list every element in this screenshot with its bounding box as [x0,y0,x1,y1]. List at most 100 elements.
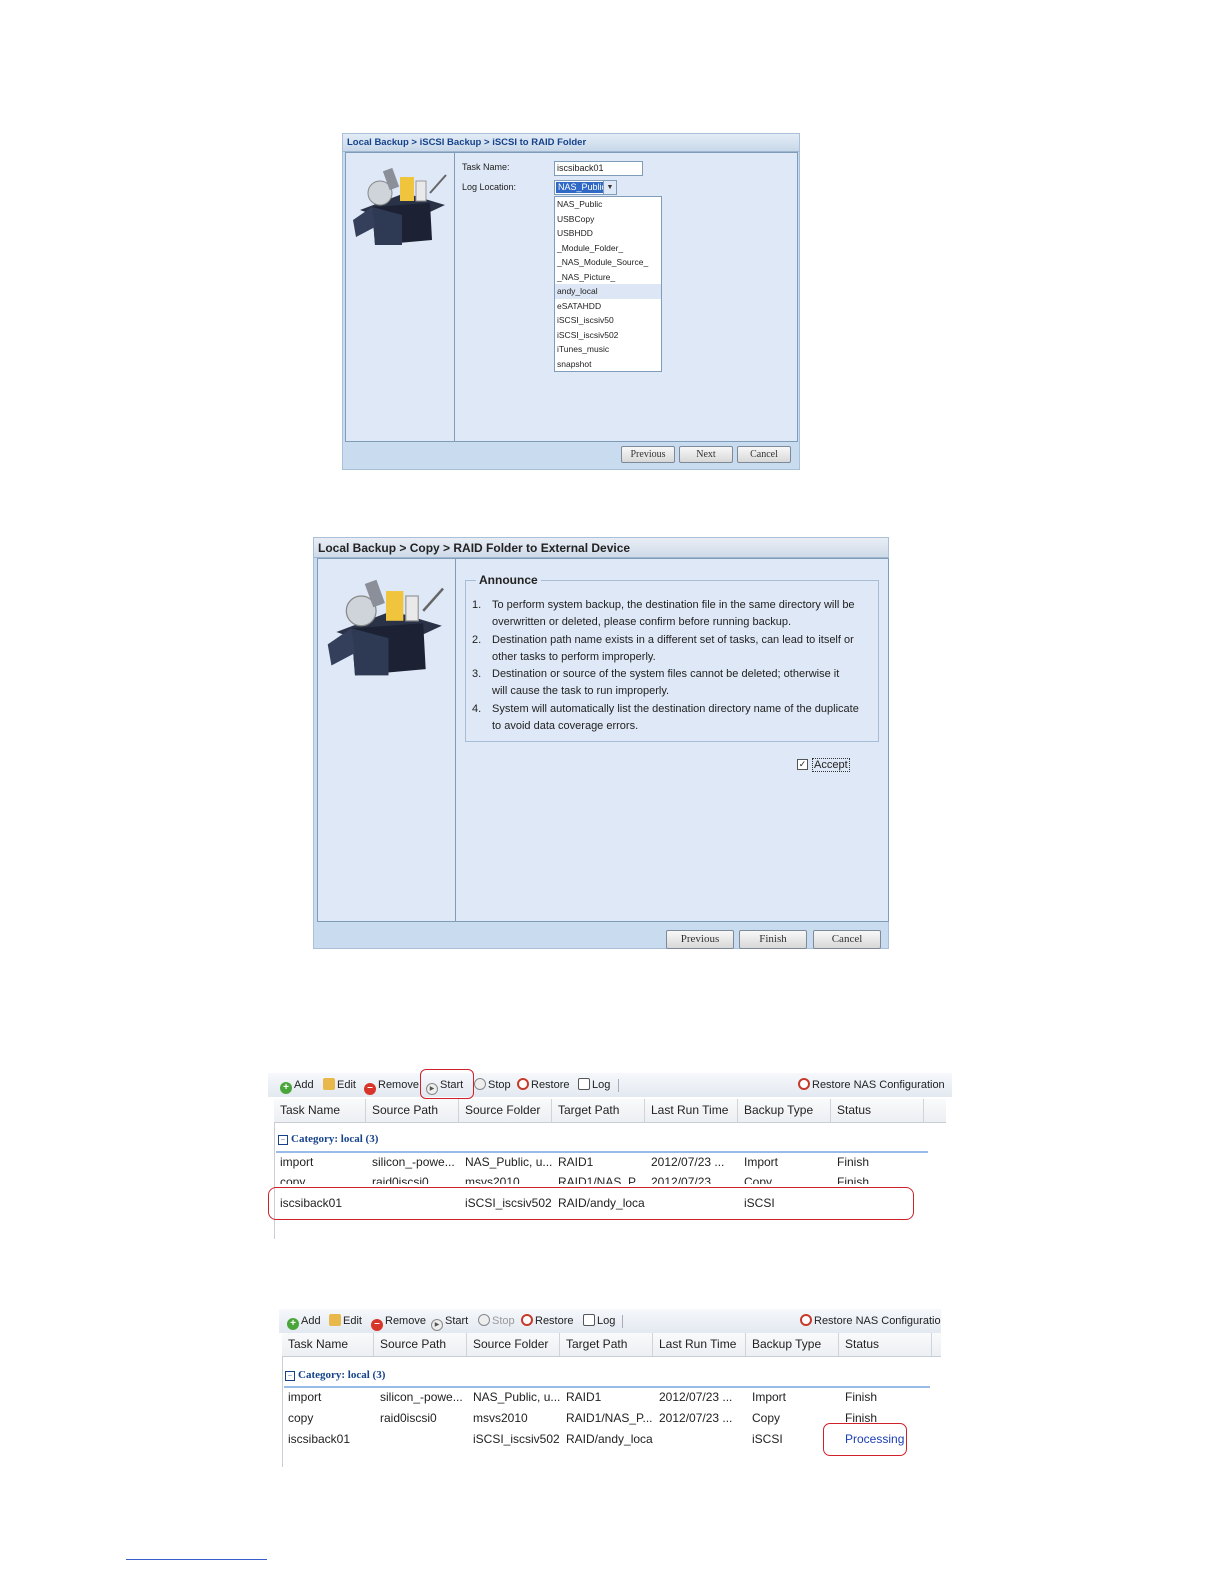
restore-button[interactable]: Restore [517,1078,570,1092]
cell-source-folder: NAS_Public, u... [465,1155,552,1169]
column-header[interactable]: Backup Type [738,1099,831,1122]
task-name-input[interactable]: iscsiback01 [554,161,643,176]
cell-task-name: import [280,1155,314,1169]
log-button[interactable]: Log [583,1314,615,1328]
collapse-icon[interactable]: − [278,1135,288,1145]
cell-last-run: 2012/07/23 ... [659,1411,733,1425]
cell-task-name: iscsiback01 [288,1432,351,1446]
cell-source-folder: NAS_Public, u... [473,1390,560,1404]
dropdown-option[interactable]: eSATAHDD [555,299,661,314]
dropdown-option[interactable]: _NAS_Module_Source_ [555,255,661,270]
start-highlight-box [420,1069,474,1099]
column-header[interactable]: Source Path [374,1333,467,1356]
column-header[interactable]: Task Name [274,1099,366,1122]
add-icon: + [280,1082,292,1094]
stop-button[interactable]: Stop [474,1078,511,1092]
column-header[interactable]: Source Folder [459,1099,552,1122]
column-header[interactable]: Status [839,1333,932,1356]
log-button[interactable]: Log [578,1078,610,1092]
dropdown-option[interactable]: NAS_Public [555,197,661,212]
announce-item: 1. To perform system backup, the destinat… [472,599,855,629]
log-location-select[interactable]: NAS_Public ▼ [554,180,617,195]
dropdown-option[interactable]: _NAS_Picture_ [555,270,661,285]
restore-nas-config-button[interactable]: Restore NAS Configuration [800,1314,941,1328]
column-header[interactable]: Backup Type [746,1333,839,1356]
add-button[interactable]: + Add [287,1314,321,1330]
column-header[interactable]: Target Path [560,1333,653,1356]
dropdown-option[interactable]: iSCSI_iscsiv50 [555,313,661,328]
dropdown-option[interactable]: USBHDD [555,226,661,241]
previous-button[interactable]: Previous [666,930,734,949]
column-header[interactable]: Source Path [366,1099,459,1122]
category-group-header[interactable]: − Category: local (3) [278,1133,378,1145]
task-name-label: Task Name: [462,162,510,172]
restore-button[interactable]: Restore [521,1314,574,1328]
remove-button[interactable]: – Remove [364,1078,419,1095]
column-header[interactable]: Last Run Time [645,1099,738,1122]
stop-button[interactable]: Stop [478,1314,515,1328]
table-row[interactable]: import silicon_-powe... NAS_Public, u...… [274,1152,928,1172]
cell-target-path: RAID1/NAS_P... [558,1175,645,1184]
cell-source-path [374,1429,467,1449]
cancel-button[interactable]: Cancel [737,446,791,463]
edit-icon [323,1078,335,1090]
grid-header: Task Name Source Path Source Folder Targ… [282,1333,941,1357]
add-button[interactable]: + Add [280,1078,314,1094]
cell-source-path: raid0iscsi0 [372,1175,429,1184]
backup-box-icon [327,579,444,676]
category-group-header[interactable]: − Category: local (3) [285,1369,385,1381]
previous-button[interactable]: Previous [621,446,675,463]
edit-button[interactable]: Edit [323,1078,356,1092]
cancel-button[interactable]: Cancel [813,930,881,949]
cell-target-path: RAID1/NAS_P... [566,1411,653,1425]
wizard-title: Local Backup > Copy > RAID Folder to Ext… [314,538,888,558]
dropdown-option-highlighted[interactable]: andy_local [555,284,661,299]
next-button[interactable]: Next [679,446,733,463]
remove-button[interactable]: – Remove [371,1314,426,1331]
dropdown-option[interactable]: _Module_Folder_ [555,241,661,256]
announce-item: 3. Destination or source of the system fi… [472,668,840,698]
cell-backup-type: Import [744,1155,779,1169]
cell-task-name: copy [280,1175,306,1184]
restore-icon [517,1078,529,1090]
copy-backup-wizard: Local Backup > Copy > RAID Folder to Ext… [313,537,889,949]
dropdown-option[interactable]: iSCSI_iscsiv502 [555,328,661,343]
announce-item: 2. Destination path name exists in a diff… [472,633,854,663]
cell-status: Finish [837,1175,870,1184]
restore-nas-config-button[interactable]: Restore NAS Configuration [798,1078,945,1092]
column-header[interactable]: Task Name [282,1333,374,1356]
cell-source-path: silicon_-powe... [372,1155,455,1169]
restore-icon [798,1078,810,1090]
edit-button[interactable]: Edit [329,1314,362,1328]
restore-icon [521,1314,533,1326]
collapse-icon[interactable]: − [285,1371,295,1381]
dropdown-option[interactable]: USBCopy [555,212,661,227]
cell-source-path: silicon_-powe... [380,1390,463,1404]
column-header[interactable]: Target Path [552,1099,645,1122]
table-row[interactable]: import silicon_-powe... NAS_Public, u...… [282,1387,930,1407]
accept-label[interactable]: Accept [812,758,850,772]
wizard-body: Task Name: iscsiback01 Log Location: NAS… [345,152,798,442]
finish-button[interactable]: Finish [739,930,807,949]
column-header[interactable]: Source Folder [467,1333,560,1356]
table-row[interactable]: copy raid0iscsi0 msvs2010 RAID1/NAS_P...… [274,1172,928,1184]
accept-checkbox[interactable]: ✓ [797,759,808,770]
task-toolbar: + Add Edit – Remove ▶ Start Stop Restore Lo… [279,1309,941,1333]
log-location-label: Log Location: [462,182,517,192]
cell-last-run: 2012/07/23 ... [651,1155,725,1169]
column-header[interactable]: Status [831,1099,924,1122]
chevron-down-icon[interactable]: ▼ [603,181,616,194]
cell-target-path: RAID1 [566,1390,602,1404]
cell-backup-type: Import [752,1390,787,1404]
column-header[interactable]: Last Run Time [653,1333,746,1356]
cell-target-path: RAID/andy_local [566,1432,653,1446]
announce-item: 4. System will automatically list the des… [472,702,859,733]
dropdown-option[interactable]: iTunes_music [555,342,661,357]
wizard-image-pane [346,153,455,441]
start-button[interactable]: ▶ Start [431,1314,468,1331]
play-icon: ▶ [431,1319,443,1331]
dropdown-option[interactable]: snapshot [555,357,661,372]
cell-source-path: raid0iscsi0 [380,1411,437,1425]
add-icon: + [287,1318,299,1330]
cell-backup-type: Copy [744,1175,773,1184]
